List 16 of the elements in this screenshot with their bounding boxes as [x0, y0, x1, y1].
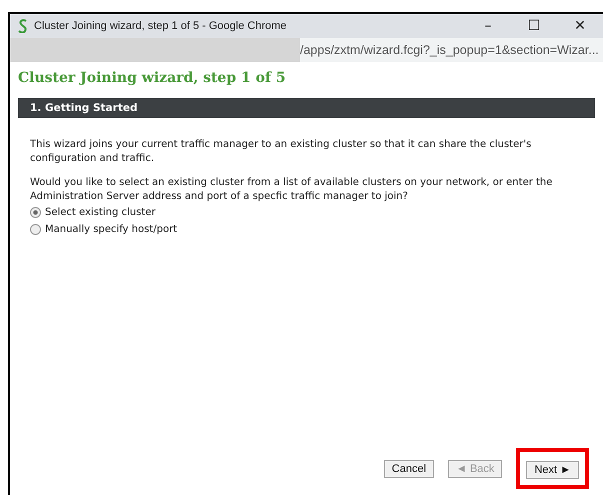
- section-title: 1. Getting Started: [30, 102, 138, 114]
- radio-option[interactable]: Manually specify host/port: [30, 221, 178, 238]
- url-field[interactable]: /apps/zxtm/wizard.fcgi?_is_popup=1&section=Wizar...: [300, 38, 603, 62]
- paragraph: Would you like to select an existing cluster from a list of available clusters on your network, or enter the Administration Server address and port of a specfic traffic manager to join?: [30, 176, 554, 204]
- page-heading: Cluster Joining wizard, step 1 of 5: [18, 70, 286, 86]
- radio-icon[interactable]: [30, 207, 41, 218]
- app-logo-icon: [18, 19, 28, 33]
- window-control[interactable]: ☐: [511, 18, 557, 34]
- paragraph: This wizard joins your current traffic manager to an existing cluster so that it can share the cluster's configuration and traffic.: [30, 138, 532, 166]
- window-control[interactable]: –: [465, 18, 511, 34]
- radio-icon[interactable]: [30, 224, 41, 235]
- window-control[interactable]: ✕: [557, 18, 603, 34]
- radio-option[interactable]: Select existing cluster: [30, 204, 156, 221]
- window-title: Cluster Joining wizard, step 1 of 5 - Google Chrome: [34, 20, 288, 32]
- wizard-button[interactable]: Cancel: [384, 460, 434, 478]
- wizard-button[interactable]: Next ►: [526, 461, 579, 479]
